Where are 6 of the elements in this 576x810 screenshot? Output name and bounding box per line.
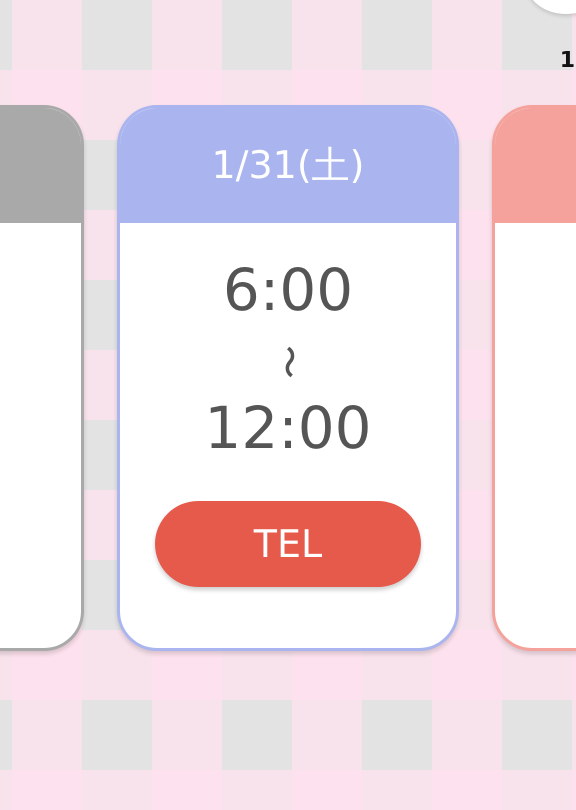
start-time: 6:00 [222, 261, 354, 319]
end-time: 12:00 [204, 399, 372, 457]
tel-button[interactable]: TEL [155, 501, 421, 587]
date-label: 1/31(土) [212, 142, 364, 189]
range-separator: 〜 [271, 345, 305, 379]
corner-label: 1 [560, 48, 575, 73]
